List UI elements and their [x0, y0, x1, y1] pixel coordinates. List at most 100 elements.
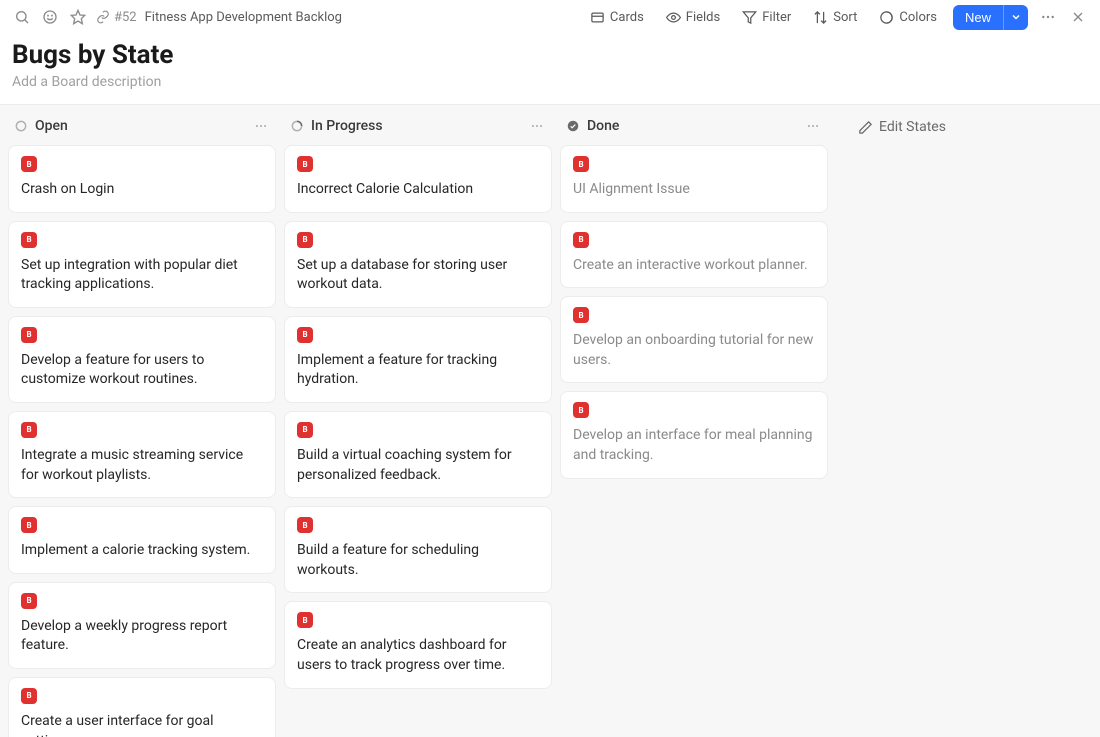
card[interactable]: B Develop an onboarding tutorial for new …: [560, 296, 828, 383]
cards-wrap: B Crash on Login BSet up integration with …: [8, 145, 276, 737]
card-title: Build a virtual coaching system for pers…: [297, 446, 539, 485]
column-more-icon[interactable]: [528, 117, 546, 135]
card[interactable]: B Build a feature for scheduling workouts…: [284, 506, 552, 593]
card[interactable]: BSet up integration with popular diet tr…: [8, 221, 276, 308]
edit-states-label: Edit States: [879, 119, 946, 135]
column-title: Done: [587, 118, 619, 134]
more-icon[interactable]: [1038, 7, 1058, 27]
bug-badge-icon: B: [297, 612, 313, 628]
bug-badge-icon: B: [21, 422, 37, 438]
card[interactable]: B Set up a database for storing user work…: [284, 221, 552, 308]
card-title: UI Alignment Issue: [573, 180, 815, 200]
card-title: Create an analytics dashboard for users …: [297, 636, 539, 675]
card[interactable]: B Incorrect Calorie Calculation: [284, 145, 552, 213]
cards-button[interactable]: Cards: [584, 6, 650, 29]
card[interactable]: B Create an analytics dashboard for users…: [284, 601, 552, 688]
cards-wrap: B UI Alignment Issue B Create an interactiv…: [560, 145, 828, 499]
colors-button[interactable]: Colors: [873, 6, 943, 29]
card-title: Implement a calorie tracking system.: [21, 541, 263, 561]
colors-icon: [879, 10, 894, 25]
card[interactable]: B Integrate a music streaming service for…: [8, 411, 276, 498]
new-button-group: New: [953, 5, 1028, 30]
column-done: Done B UI Alignment Issue B Create an intera…: [560, 113, 828, 737]
card-title: Develop a feature for users to customize…: [21, 351, 263, 390]
top-bar: #52 Fitness App Development Backlog Card…: [0, 0, 1100, 34]
bug-badge-icon: B: [573, 402, 589, 418]
card[interactable]: B Build a virtual coaching system for per…: [284, 411, 552, 498]
card-title: Integrate a music streaming service for …: [21, 446, 263, 485]
card-title: Create an interactive workout planner.: [573, 256, 815, 276]
card-title: Incorrect Calorie Calculation: [297, 180, 539, 200]
bug-badge-icon: B: [21, 593, 37, 609]
cards-wrap: B Incorrect Calorie Calculation B Set up a …: [284, 145, 552, 709]
star-icon[interactable]: [68, 7, 88, 27]
cards-label: Cards: [610, 10, 644, 25]
new-dropdown[interactable]: [1003, 5, 1028, 30]
link-icon: [96, 10, 110, 24]
card[interactable]: B Crash on Login: [8, 145, 276, 213]
pencil-icon: [858, 120, 873, 135]
column-in-progress: In Progress B Incorrect Calorie Calculatio…: [284, 113, 552, 737]
card-title: Develop a weekly progress report feature…: [21, 617, 263, 656]
state-icon-done: [566, 119, 580, 133]
bug-badge-icon: B: [297, 232, 313, 248]
bug-badge-icon: B: [573, 156, 589, 172]
breadcrumb-id: #52: [114, 10, 137, 25]
search-icon[interactable]: [12, 7, 32, 27]
card[interactable]: B UI Alignment Issue: [560, 145, 828, 213]
bug-badge-icon: B: [21, 156, 37, 172]
filter-button[interactable]: Filter: [736, 6, 797, 29]
edit-states-button[interactable]: Edit States: [852, 115, 952, 139]
card[interactable]: B Develop a weekly progress report featur…: [8, 582, 276, 669]
sort-icon: [813, 10, 828, 25]
fields-label: Fields: [686, 10, 720, 25]
bug-badge-icon: B: [21, 232, 37, 248]
filter-icon: [742, 10, 757, 25]
breadcrumb[interactable]: #52 Fitness App Development Backlog: [96, 10, 342, 25]
breadcrumb-title: Fitness App Development Backlog: [145, 10, 342, 25]
colors-label: Colors: [899, 10, 937, 25]
fields-button[interactable]: Fields: [660, 6, 726, 29]
page-title: Bugs by State: [12, 40, 1088, 70]
card[interactable]: BImplement a feature for tracking hydrat…: [284, 316, 552, 403]
card[interactable]: B Create a user interface for goal settin…: [8, 677, 276, 737]
top-right: Cards Fields Filter Sort Colors New: [584, 5, 1088, 30]
description-input[interactable]: Add a Board description: [12, 74, 1088, 90]
bug-badge-icon: B: [21, 688, 37, 704]
bug-badge-icon: B: [21, 517, 37, 533]
card-title: Create a user interface for goal setting…: [21, 712, 263, 737]
column-more-icon[interactable]: [804, 117, 822, 135]
bug-badge-icon: B: [573, 307, 589, 323]
sort-label: Sort: [833, 10, 857, 25]
bug-badge-icon: B: [297, 156, 313, 172]
column-title: Open: [35, 118, 68, 134]
card-title: Set up a database for storing user worko…: [297, 256, 539, 295]
card-title: Build a feature for scheduling workouts.: [297, 541, 539, 580]
eye-icon: [666, 10, 681, 25]
bug-badge-icon: B: [21, 327, 37, 343]
sort-button[interactable]: Sort: [807, 6, 863, 29]
bug-badge-icon: B: [297, 422, 313, 438]
card[interactable]: B Develop an interface for meal planning …: [560, 391, 828, 478]
bug-badge-icon: B: [297, 517, 313, 533]
state-icon-in-progress: [290, 119, 304, 133]
card[interactable]: B Create an interactive workout planner.: [560, 221, 828, 289]
filter-label: Filter: [762, 10, 791, 25]
board: Open B Crash on Login BSet up integration w…: [0, 104, 1100, 737]
column-more-icon[interactable]: [252, 117, 270, 135]
close-icon[interactable]: [1068, 7, 1088, 27]
column-header: Open: [8, 113, 276, 145]
column-header: In Progress: [284, 113, 552, 145]
column-header: Done: [560, 113, 828, 145]
card-title: Develop an onboarding tutorial for new u…: [573, 331, 815, 370]
chevron-down-icon: [1010, 11, 1022, 23]
emoji-icon[interactable]: [40, 7, 60, 27]
card-title: Develop an interface for meal planning a…: [573, 426, 815, 465]
header: Bugs by State Add a Board description: [0, 34, 1100, 104]
card[interactable]: B Develop a feature for users to customiz…: [8, 316, 276, 403]
column-title: In Progress: [311, 118, 383, 134]
card-title: Crash on Login: [21, 180, 263, 200]
card[interactable]: B Implement a calorie tracking system.: [8, 506, 276, 574]
new-button[interactable]: New: [953, 5, 1003, 30]
bug-badge-icon: B: [573, 232, 589, 248]
